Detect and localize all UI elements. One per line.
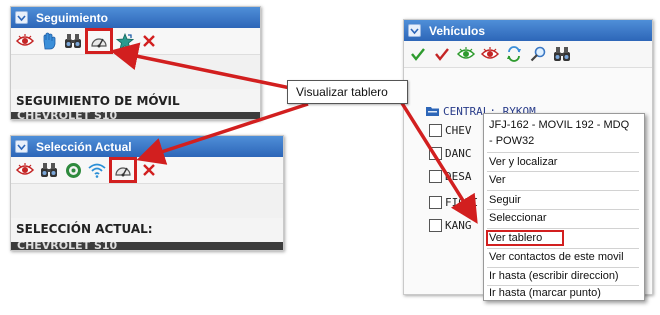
seleccion-section-title: SELECCIÓN ACTUAL: (16, 222, 153, 236)
menu-separator (487, 267, 639, 268)
context-menu: JFJ-162 - MOVIL 192 - MDQ - POW32 Ver y … (483, 113, 645, 301)
menu-header-line1: JFJ-162 - MOVIL 192 - MDQ (489, 119, 630, 131)
seguimiento-blank-area (11, 54, 260, 89)
tree-item[interactable]: FIORI (429, 195, 478, 209)
tree-item[interactable]: DESA (429, 169, 472, 183)
seleccion-title: Selección Actual (36, 139, 132, 154)
menu-header-line2: - POW32 (489, 135, 535, 147)
collapse-icon[interactable] (15, 11, 28, 24)
menu-separator (487, 228, 639, 229)
tree-item[interactable]: KANG (429, 218, 472, 232)
seguimiento-section-title: SEGUIMIENTO DE MÓVIL (16, 94, 180, 108)
vehiculos-titlebar[interactable]: Vehículos (404, 20, 652, 41)
tree-item-label: CHEV (445, 123, 472, 137)
menu-item-ver-tablero[interactable]: Ver tablero (489, 232, 542, 244)
binoculars-icon[interactable] (552, 44, 572, 64)
menu-separator (487, 285, 639, 286)
tree-item-label: FIORI (445, 195, 479, 209)
menu-separator (487, 190, 639, 191)
check-red-icon[interactable] (432, 44, 452, 64)
tree-item-label: KANG (445, 218, 472, 232)
seguimiento-vehicle-row[interactable]: CHEVROLET S10 (11, 112, 260, 119)
vehiculos-toolbar (404, 41, 652, 67)
hand-icon[interactable] (39, 31, 59, 51)
tree-item-label: DESA (445, 169, 472, 183)
checkbox[interactable] (429, 123, 442, 137)
close-icon[interactable] (139, 160, 159, 180)
checkbox[interactable] (429, 146, 442, 160)
menu-separator (487, 152, 639, 153)
refresh-icon[interactable] (504, 44, 524, 64)
seleccion-titlebar[interactable]: Selección Actual (11, 136, 283, 157)
menu-item-ver[interactable]: Ver (489, 174, 506, 186)
close-icon[interactable] (139, 31, 159, 51)
seleccion-panel: Selección Actual SELECCIÓN ACTUAL: CHEVR… (10, 135, 284, 251)
eye-green-icon[interactable] (456, 44, 476, 64)
seguimiento-panel: Seguimiento SEGUIMIENTO DE MÓVIL CHEVROL… (10, 6, 261, 120)
collapse-icon[interactable] (408, 24, 421, 37)
check-green-icon[interactable] (408, 44, 428, 64)
gauge-icon[interactable] (109, 157, 137, 183)
tree-item-label: DANC (445, 146, 472, 160)
binoculars-icon[interactable] (39, 160, 59, 180)
seguimiento-toolbar (11, 28, 260, 54)
seleccion-blank-area (11, 183, 283, 218)
seleccion-toolbar (11, 157, 283, 183)
seguimiento-titlebar[interactable]: Seguimiento (11, 7, 260, 28)
callout-label: Visualizar tablero (287, 80, 408, 104)
menu-separator (487, 171, 639, 172)
binoculars-icon[interactable] (63, 31, 83, 51)
checkbox[interactable] (429, 218, 442, 232)
folder-icon (426, 106, 439, 116)
menu-item-ir-hasta-marcar[interactable]: Ir hasta (marcar punto) (489, 287, 601, 299)
tree-item[interactable]: CHEV (429, 123, 472, 137)
checkbox[interactable] (429, 195, 442, 209)
menu-item-ir-hasta-escribir[interactable]: Ir hasta (escribir direccion) (489, 270, 619, 282)
wifi-icon[interactable] (87, 160, 107, 180)
vehiculos-title: Vehículos (429, 23, 486, 38)
tree-item[interactable]: DANC (429, 146, 472, 160)
eye-icon[interactable] (15, 31, 35, 51)
menu-separator (487, 248, 639, 249)
seguimiento-title: Seguimiento (36, 10, 109, 25)
seleccion-vehicle-row[interactable]: CHEVROLET S10 (11, 242, 283, 250)
star-icon[interactable] (115, 31, 135, 51)
gauge-icon[interactable] (85, 28, 113, 54)
menu-item-seleccionar[interactable]: Seleccionar (489, 212, 546, 224)
menu-item-ver-contactos[interactable]: Ver contactos de este movil (489, 251, 624, 263)
eye-icon[interactable] (15, 160, 35, 180)
checkbox[interactable] (429, 169, 442, 183)
eye-icon[interactable] (480, 44, 500, 64)
menu-item-ver-y-localizar[interactable]: Ver y localizar (489, 156, 557, 168)
menu-item-seguir[interactable]: Seguir (489, 194, 521, 206)
collapse-icon[interactable] (15, 140, 28, 153)
menu-separator (487, 209, 639, 210)
target-icon[interactable] (63, 160, 83, 180)
search-icon[interactable] (528, 44, 548, 64)
